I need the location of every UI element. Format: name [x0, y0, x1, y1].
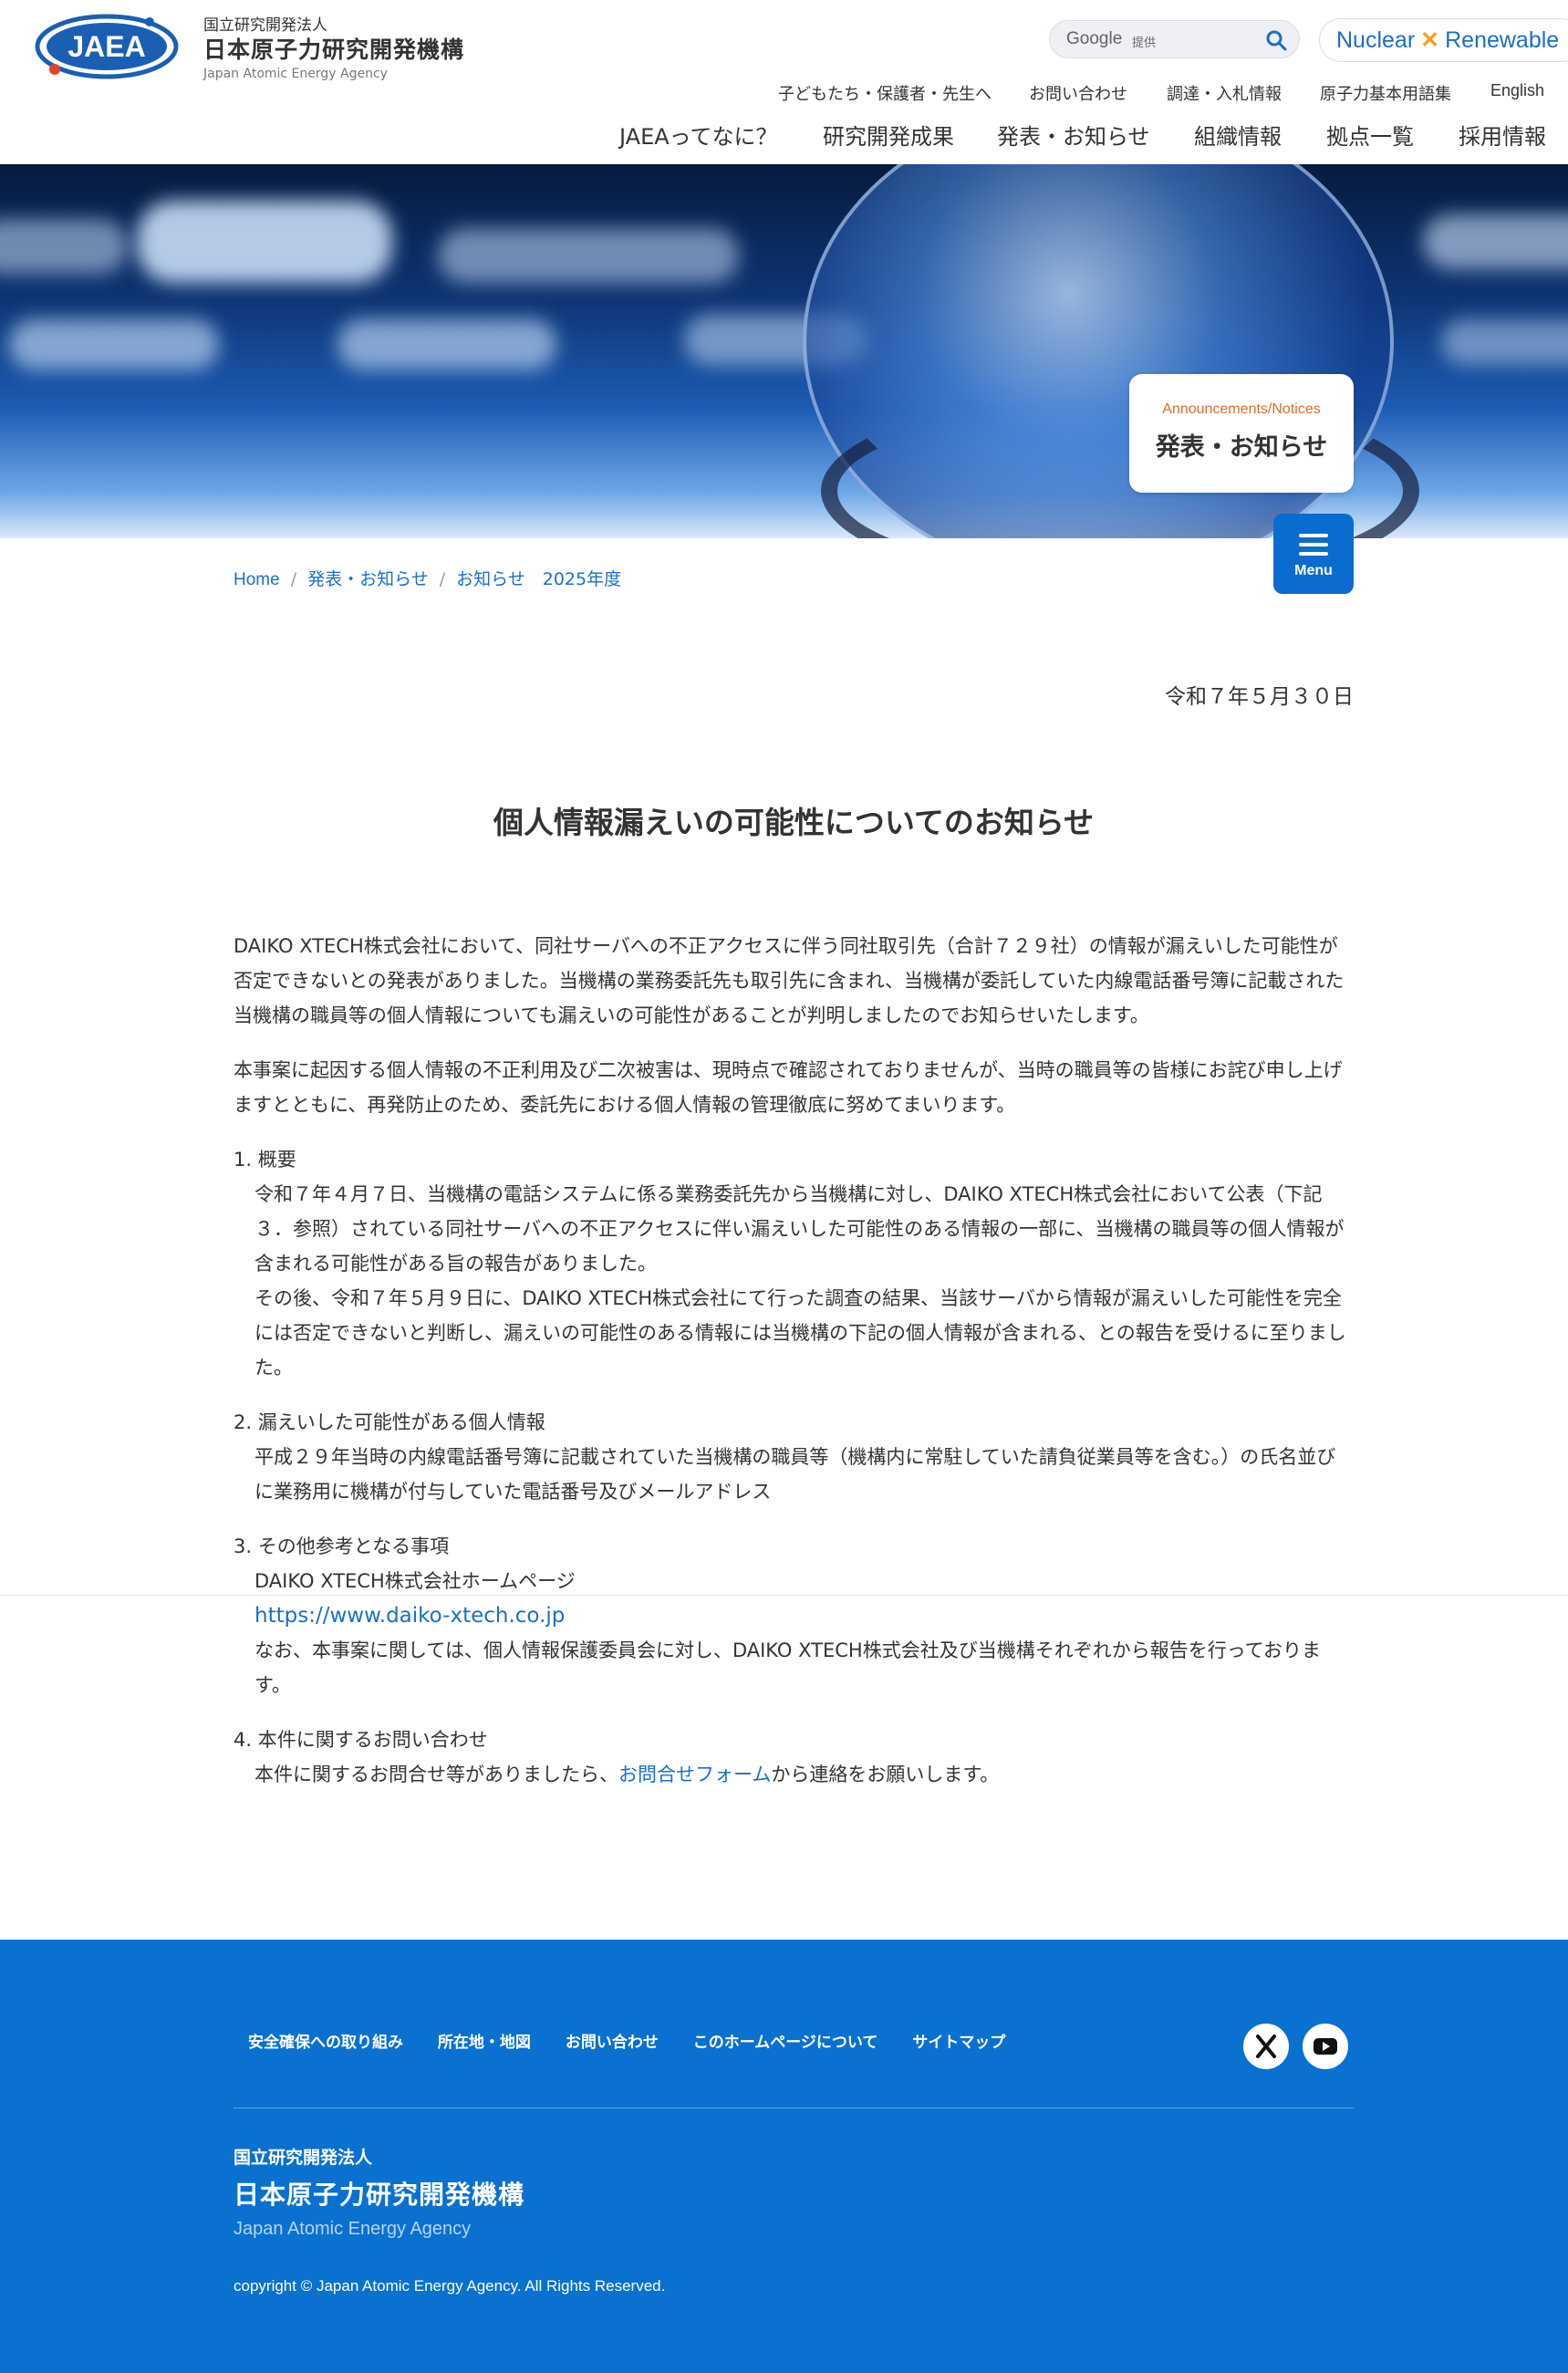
nuclear-renewable-button[interactable]: Nuclear ✕ Renewable	[1319, 18, 1568, 62]
section-text: 平成２９年当時の内線電話番号簿に記載されていた当機構の職員等（機構内に常駐してい…	[254, 1446, 1336, 1503]
section-title-jp: 発表・お知らせ	[1155, 433, 1328, 462]
breadcrumb: Home / 発表・お知らせ / お知らせ 2025年度	[234, 566, 621, 590]
main-nav: JAEAってなに？ 研究開発成果 発表・お知らせ 組織情報 拠点一覧 採用情報	[0, 119, 1568, 155]
article-date: 令和７年５月３０日	[1165, 685, 1354, 709]
hero-light-shape	[337, 319, 556, 369]
nuclear-label: Nuclear	[1336, 27, 1416, 53]
footer-link-sitemap[interactable]: サイトマップ	[912, 2034, 1005, 2052]
footer-nav: 安全確保への取り組み 所在地・地図 お問い合わせ このホームページについて サイ…	[248, 2029, 1034, 2052]
util-link-glossary[interactable]: 原子力基本用語集	[1320, 81, 1451, 105]
hero-light-shape	[1423, 214, 1568, 269]
breadcrumb-home[interactable]: Home	[234, 570, 280, 589]
intro-paragraph: DAIKO XTECH株式会社において、同社サーバへの不正アクセスに伴う同社取引…	[234, 935, 1345, 1026]
section-text: 令和７年４月７日、当機構の電話システムに係る業務委託先から当機構に対し、DAIK…	[254, 1183, 1345, 1275]
hero-light-shape	[137, 201, 392, 283]
nav-announcements[interactable]: 発表・お知らせ	[997, 119, 1150, 151]
section-title-en: Announcements/Notices	[1162, 401, 1321, 417]
menu-label: Menu	[1294, 563, 1333, 578]
x-icon[interactable]	[1243, 2024, 1289, 2069]
hero-light-shape	[438, 228, 739, 283]
section-leaked-info: 2. 漏えいした可能性がある個人情報 平成２９年当時の内線電話番号簿に記載されて…	[234, 1405, 1354, 1509]
copyright-text: copyright © Japan Atomic Energy Agency. …	[234, 2277, 666, 2295]
breadcrumb-separator: /	[439, 569, 446, 589]
search-provider-label: 提供	[1132, 36, 1157, 50]
nav-organization[interactable]: 組織情報	[1194, 119, 1282, 151]
nav-recruit[interactable]: 採用情報	[1459, 119, 1546, 151]
hero-light-shape	[9, 319, 219, 369]
section-contact: 4. 本件に関するお問い合わせ 本件に関するお問合せ等がありましたら、お問合せフ…	[234, 1723, 1354, 1792]
footer-link-access[interactable]: 所在地・地図	[438, 2034, 531, 2052]
hero-light-shape	[1441, 319, 1568, 365]
contact-text-post: から連絡をお願いします。	[771, 1764, 1000, 1785]
renewable-label: Renewable	[1445, 27, 1560, 53]
breadcrumb-separator: /	[290, 569, 297, 589]
site-header: JAEA 国立研究開発法人 日本原子力研究開発機構 Japan Atomic E…	[0, 0, 1568, 164]
cross-icon: ✕	[1420, 27, 1440, 53]
logo-text[interactable]: 国立研究開発法人 日本原子力研究開発機構 Japan Atomic Energy…	[203, 16, 464, 82]
page-title: 個人情報漏えいの可能性についてのお知らせ	[493, 805, 1095, 840]
section-text: 本件に関するお問合せ等がありましたら、お問合せフォームから連絡をお願いします。	[234, 1757, 1354, 1792]
section-heading: 2. 漏えいした可能性がある個人情報	[234, 1411, 545, 1433]
youtube-icon[interactable]	[1303, 2024, 1348, 2069]
article-body: DAIKO XTECH株式会社において、同社サーバへの不正アクセスに伴う同社取引…	[234, 929, 1354, 1812]
util-link-contact[interactable]: お問い合わせ	[1029, 81, 1127, 105]
section-text: なお、本事案に関しては、個人情報保護委員会に対し、DAIKO XTECH株式会社…	[254, 1639, 1322, 1696]
logo-en-text: Japan Atomic Energy Agency	[203, 67, 388, 81]
section-heading: 4. 本件に関するお問い合わせ	[234, 1729, 488, 1751]
google-label: Google	[1066, 29, 1123, 48]
util-link-english[interactable]: English	[1490, 81, 1544, 100]
section-overview: 1. 概要 令和７年４月７日、当機構の電話システムに係る業務委託先から当機構に対…	[234, 1142, 1354, 1385]
contact-form-link[interactable]: お問合せフォーム	[618, 1764, 771, 1785]
utility-nav: 子どもたち・保護者・先生へ お問い合わせ 調達・入札情報 原子力基本用語集 En…	[0, 81, 1568, 109]
breadcrumb-announcements[interactable]: 発表・お知らせ	[307, 569, 429, 589]
footer-org-name: 日本原子力研究開発機構	[234, 2180, 525, 2210]
section-heading: 3. その他参考となる事項	[234, 1535, 450, 1557]
nav-research[interactable]: 研究開発成果	[823, 119, 954, 151]
section-references: 3. その他参考となる事項 DAIKO XTECH株式会社ホームページ http…	[234, 1529, 1354, 1702]
site-footer: 安全確保への取り組み 所在地・地図 お問い合わせ このホームページについて サイ…	[0, 1940, 1568, 2373]
footer-org-en: Japan Atomic Energy Agency	[234, 2219, 472, 2239]
search-icon[interactable]	[1264, 28, 1288, 52]
search-input[interactable]: Google 提供	[1049, 20, 1300, 58]
hero-light-shape	[0, 219, 128, 274]
apology-paragraph: 本事案に起因する個人情報の不正利用及び二次被害は、現時点で確認されておりませんが…	[234, 1059, 1343, 1116]
section-title-card: Announcements/Notices 発表・お知らせ	[1129, 374, 1354, 493]
footer-link-contact[interactable]: お問い合わせ	[566, 2034, 659, 2052]
jaea-logo-icon[interactable]: JAEA	[35, 13, 179, 80]
contact-text-pre: 本件に関するお問合せ等がありましたら、	[254, 1764, 618, 1785]
nav-locations[interactable]: 拠点一覧	[1326, 119, 1414, 151]
util-link-procurement[interactable]: 調達・入札情報	[1167, 81, 1282, 105]
footer-org-small: 国立研究開発法人	[234, 2148, 373, 2168]
util-link-kids[interactable]: 子どもたち・保護者・先生へ	[778, 81, 992, 105]
section-text: DAIKO XTECH株式会社ホームページ	[254, 1570, 576, 1592]
nav-about[interactable]: JAEAってなに？	[619, 119, 777, 151]
section-text: その後、令和７年５月９日に、DAIKO XTECH株式会社にて行った調査の結果、…	[254, 1287, 1346, 1379]
breadcrumb-notices-2025[interactable]: お知らせ 2025年度	[456, 569, 621, 589]
menu-button[interactable]: Menu	[1273, 514, 1354, 594]
logo-name-text: 日本原子力研究開発機構	[203, 36, 465, 63]
section-heading: 1. 概要	[234, 1149, 296, 1171]
footer-link-about-site[interactable]: このホームページについて	[693, 2034, 878, 2052]
logo-small-text: 国立研究開発法人	[203, 16, 327, 35]
logo-mark-text: JAEA	[67, 30, 145, 63]
footer-link-safety[interactable]: 安全確保への取り組み	[248, 2034, 403, 2052]
hamburger-icon	[1299, 534, 1328, 556]
daiko-xtech-link[interactable]: https://www.daiko-xtech.co.jp	[254, 1604, 565, 1628]
divider	[0, 1595, 1568, 1596]
